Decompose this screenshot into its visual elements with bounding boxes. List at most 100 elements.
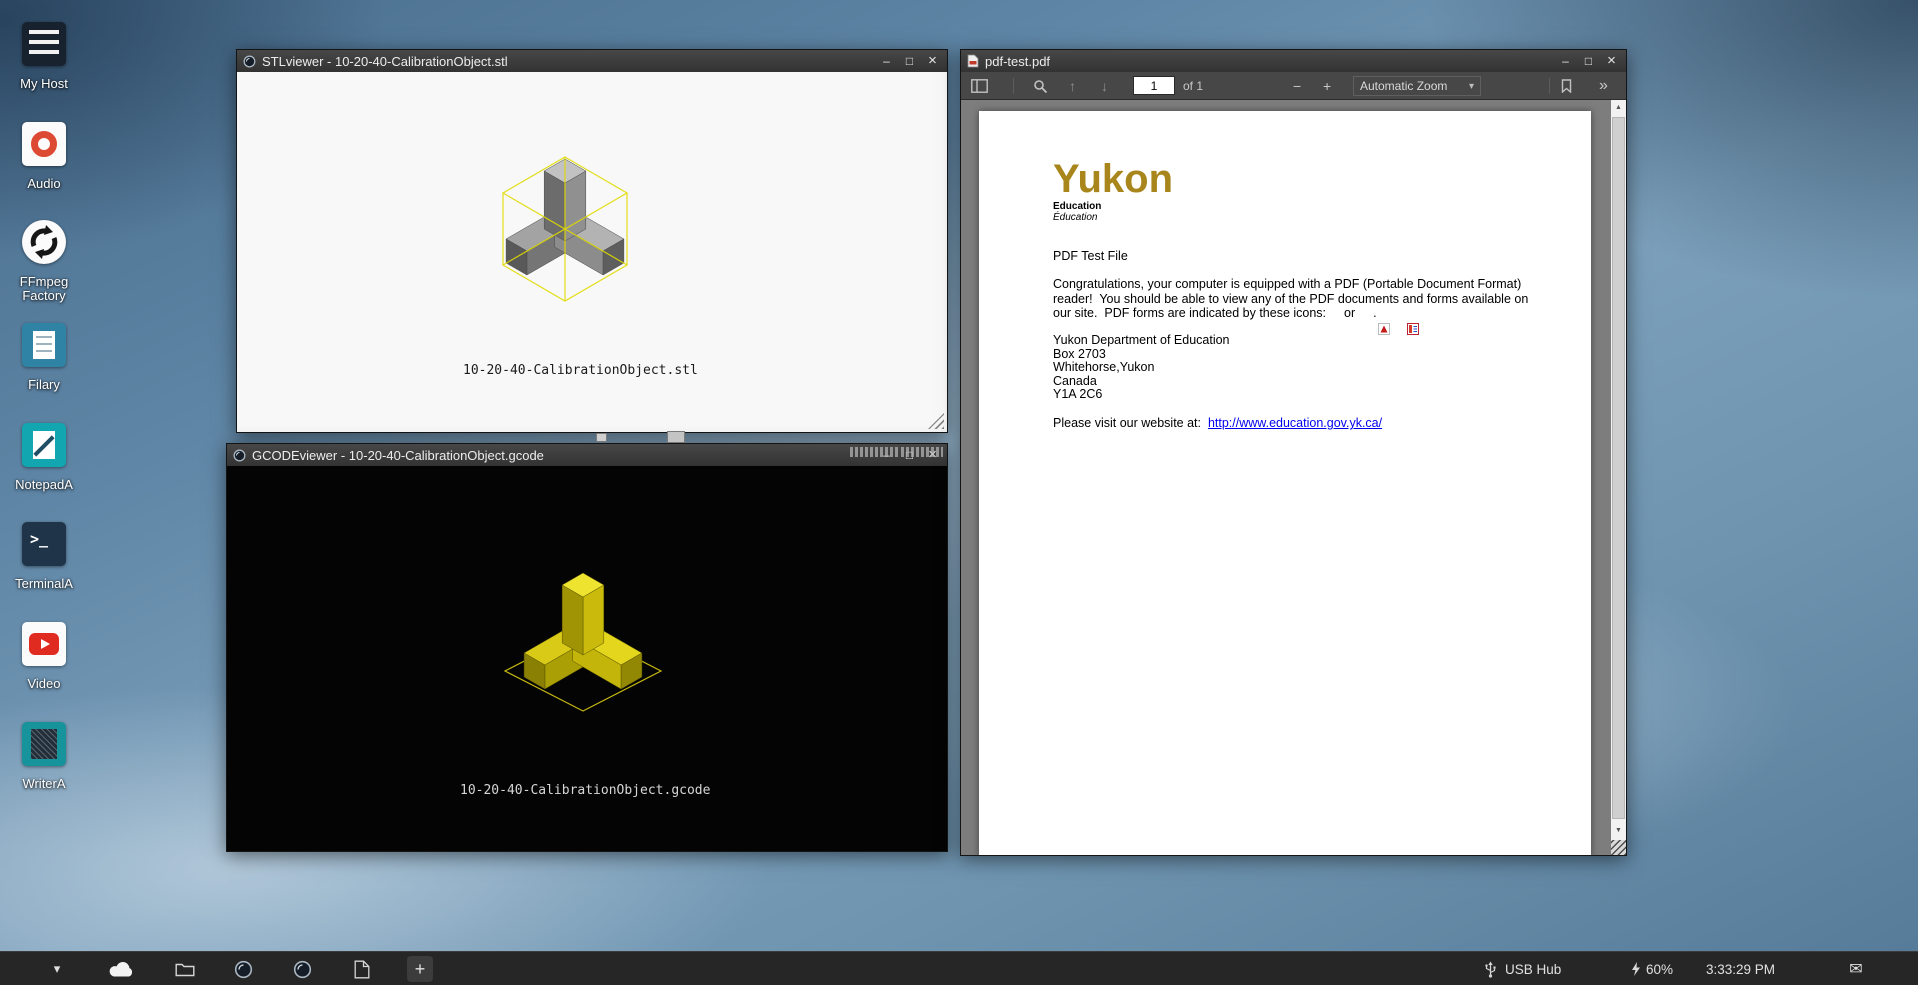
my-host-icon xyxy=(22,22,66,66)
page-count-label: of 1 xyxy=(1183,72,1203,100)
website-line: Please visit our website at: http://www.… xyxy=(1053,416,1382,430)
address-line: Box 2703 xyxy=(1053,348,1230,362)
pdf-form-icon xyxy=(1358,308,1370,320)
document-heading: PDF Test File xyxy=(1053,249,1128,263)
desktop-icon-label: WriterA xyxy=(8,777,80,791)
pdf-titlebar[interactable]: pdf-test.pdf – □ × xyxy=(961,50,1626,72)
sidebar-toggle-icon[interactable] xyxy=(971,72,988,100)
pdf-page: Yukon Education Éducation PDF Test File … xyxy=(979,111,1591,855)
gcodeviewer-taskbar-icon[interactable] xyxy=(292,952,312,985)
paragraph-text: . xyxy=(1373,306,1376,321)
add-button[interactable]: + xyxy=(407,956,433,982)
chevron-down-icon[interactable]: ▾ xyxy=(46,952,68,985)
toolbar-overflow-icon[interactable]: » xyxy=(1599,72,1608,100)
stlviewer-app-icon xyxy=(243,55,256,68)
toolbar-separator xyxy=(1549,78,1550,94)
chevron-down-icon: ▾ xyxy=(1469,81,1474,92)
yukon-logo-wordmark: Yukon xyxy=(1053,159,1173,199)
stlviewer-window: STLviewer - 10-20-40-CalibrationObject.s… xyxy=(236,49,948,433)
next-page-icon[interactable]: ↓ xyxy=(1101,72,1108,100)
stlviewer-titlebar[interactable]: STLviewer - 10-20-40-CalibrationObject.s… xyxy=(237,50,947,72)
yukon-logo-education-fr: Éducation xyxy=(1053,212,1173,223)
scroll-up-icon[interactable]: ▲ xyxy=(1611,100,1626,116)
folder-icon[interactable] xyxy=(174,952,196,985)
zoom-out-icon[interactable]: − xyxy=(1293,72,1301,100)
close-icon[interactable]: × xyxy=(924,51,941,71)
gcodeviewer-titlebar[interactable]: GCODEviewer - 10-20-40-CalibrationObject… xyxy=(227,444,947,466)
address-block: Yukon Department of Education Box 2703 W… xyxy=(1053,334,1230,402)
search-icon[interactable] xyxy=(1033,72,1048,100)
desktop-icon-audio[interactable]: Audio xyxy=(8,122,80,191)
recycle-arrows-icon xyxy=(22,220,66,264)
page-number-input[interactable] xyxy=(1133,76,1175,95)
occluded-text-fragment xyxy=(850,447,898,457)
bookmark-icon[interactable] xyxy=(1561,72,1572,100)
pdf-app-icon xyxy=(967,54,979,68)
desktop-icon-writera[interactable]: WriterA xyxy=(8,722,80,791)
gcodeviewer-app-icon xyxy=(233,449,246,462)
gcodeviewer-window: GCODEviewer - 10-20-40-CalibrationObject… xyxy=(226,443,948,852)
zoom-select-value: Automatic Zoom xyxy=(1360,79,1447,93)
terminal-icon: >_ xyxy=(22,522,66,566)
desktop-icon-label: My Host xyxy=(8,77,80,91)
yukon-logo-education: Education xyxy=(1053,201,1173,212)
pdf-viewer-window: pdf-test.pdf – □ × ↑ ↓ of 1 − + Automati… xyxy=(960,49,1627,856)
desktop-icon-filary[interactable]: Filary xyxy=(8,323,80,392)
document-icon xyxy=(22,323,66,367)
resize-grip[interactable] xyxy=(1611,840,1626,855)
paragraph-line: our site. PDF forms are indicated by the… xyxy=(1053,306,1528,321)
usb-icon[interactable] xyxy=(1482,952,1498,985)
pdf-toolbar: ↑ ↓ of 1 − + Automatic Zoom ▾ » xyxy=(961,72,1626,100)
resize-grip[interactable] xyxy=(928,413,944,429)
taskbar: ▾ + USB Hub 60% 3:33:29 PM ✉ xyxy=(0,951,1918,985)
occluded-text-fragment xyxy=(901,447,943,457)
desktop-icon-my-host[interactable]: My Host xyxy=(8,22,80,91)
stl-viewport: 10-20-40-CalibrationObject.stl ../../Des… xyxy=(237,72,947,432)
stl-filename: 10-20-40-CalibrationObject.stl xyxy=(463,364,917,378)
document-paragraph: Congratulations, your computer is equipp… xyxy=(1053,277,1528,321)
window-title: pdf-test.pdf xyxy=(985,54,1551,69)
desktop-icon-notepada[interactable]: NotepadA xyxy=(8,423,80,492)
clock-label: 3:33:29 PM xyxy=(1706,952,1775,985)
desktop-icon-terminala[interactable]: >_ TerminalA xyxy=(8,522,80,591)
desktop-icon-ffmpeg-factory[interactable]: FFmpeg Factory xyxy=(8,220,80,303)
gcode-file-info: 10-20-40-CalibrationObject.gcode ../../D… xyxy=(460,753,930,851)
paragraph-line: reader! You should be able to view any o… xyxy=(1053,292,1528,307)
desktop-icon-video[interactable]: Video xyxy=(8,622,80,691)
power-bolt-icon[interactable] xyxy=(1629,952,1642,985)
minimize-icon[interactable]: – xyxy=(878,51,895,71)
previous-page-icon[interactable]: ↑ xyxy=(1069,72,1076,100)
address-line: Canada xyxy=(1053,375,1230,389)
window-title: STLviewer - 10-20-40-CalibrationObject.s… xyxy=(262,54,872,69)
minimize-icon[interactable]: – xyxy=(1557,51,1574,71)
paragraph-text: or xyxy=(1344,306,1355,321)
bounding-box-wireframe xyxy=(503,157,627,301)
occluded-window-fragment xyxy=(596,433,607,442)
scroll-down-icon[interactable]: ▼ xyxy=(1611,823,1626,839)
gcode-viewport: 10-20-40-CalibrationObject.gcode ../../D… xyxy=(227,466,947,851)
usb-hub-label: USB Hub xyxy=(1505,952,1561,985)
website-link[interactable]: http://www.education.gov.yk.ca/ xyxy=(1208,416,1382,430)
writer-document-icon xyxy=(22,722,66,766)
stl-file-info: 10-20-40-CalibrationObject.stl ../../Des… xyxy=(463,336,917,432)
stlviewer-taskbar-icon[interactable] xyxy=(233,952,253,985)
pdf-scrollbar[interactable]: ▲ ▼ xyxy=(1611,100,1626,855)
envelope-icon[interactable]: ✉ xyxy=(1846,952,1866,985)
yukon-logo: Yukon Education Éducation xyxy=(1053,159,1173,223)
maximize-icon[interactable]: □ xyxy=(1580,51,1597,71)
desktop-icon-label: Filary xyxy=(8,378,80,392)
pdf-document-taskbar-icon[interactable] xyxy=(352,952,372,985)
acrobat-pdf-icon xyxy=(1329,308,1341,320)
zoom-select[interactable]: Automatic Zoom ▾ xyxy=(1353,76,1481,96)
maximize-icon[interactable]: □ xyxy=(901,51,918,71)
scrollbar-thumb[interactable] xyxy=(1612,117,1625,819)
close-icon[interactable]: × xyxy=(1603,51,1620,71)
zoom-in-icon[interactable]: + xyxy=(1323,72,1331,100)
cloud-icon[interactable] xyxy=(105,952,139,985)
battery-percent-label: 60% xyxy=(1646,952,1673,985)
gcode-filename: 10-20-40-CalibrationObject.gcode xyxy=(460,783,930,798)
desktop-icon-label: TerminalA xyxy=(8,577,80,591)
pdf-content-area: Yukon Education Éducation PDF Test File … xyxy=(961,100,1626,855)
notepad-pencil-icon xyxy=(22,423,66,467)
desktop-background: My Host Audio FFmpeg Factory Filary Note… xyxy=(0,0,1918,985)
